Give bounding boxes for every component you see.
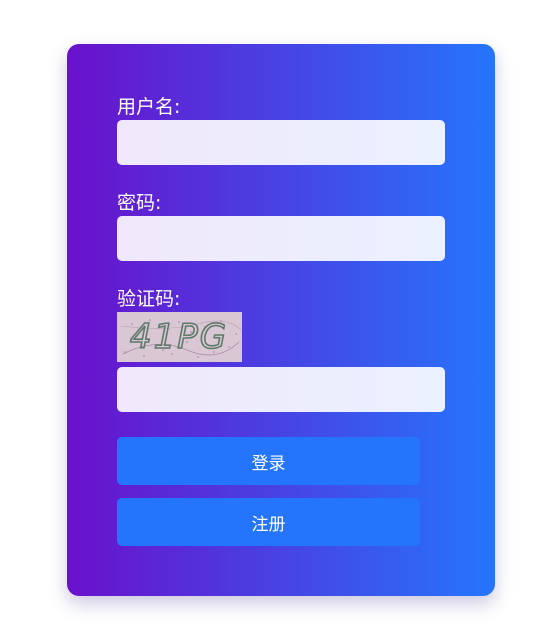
password-input[interactable] xyxy=(117,216,445,261)
password-label: 密码: xyxy=(117,192,162,214)
captcha-label: 验证码: xyxy=(117,288,181,310)
username-label: 用户名: xyxy=(117,96,181,118)
captcha-image[interactable]: 41PG xyxy=(117,312,242,362)
username-input[interactable] xyxy=(117,120,445,165)
login-button[interactable]: 登录 xyxy=(117,437,420,485)
captcha-text: 41PG xyxy=(130,317,228,357)
captcha-input[interactable] xyxy=(117,367,445,412)
register-button[interactable]: 注册 xyxy=(117,498,420,546)
login-card: 用户名: 密码: 验证码: 41PG 登录 注册 xyxy=(67,44,495,596)
